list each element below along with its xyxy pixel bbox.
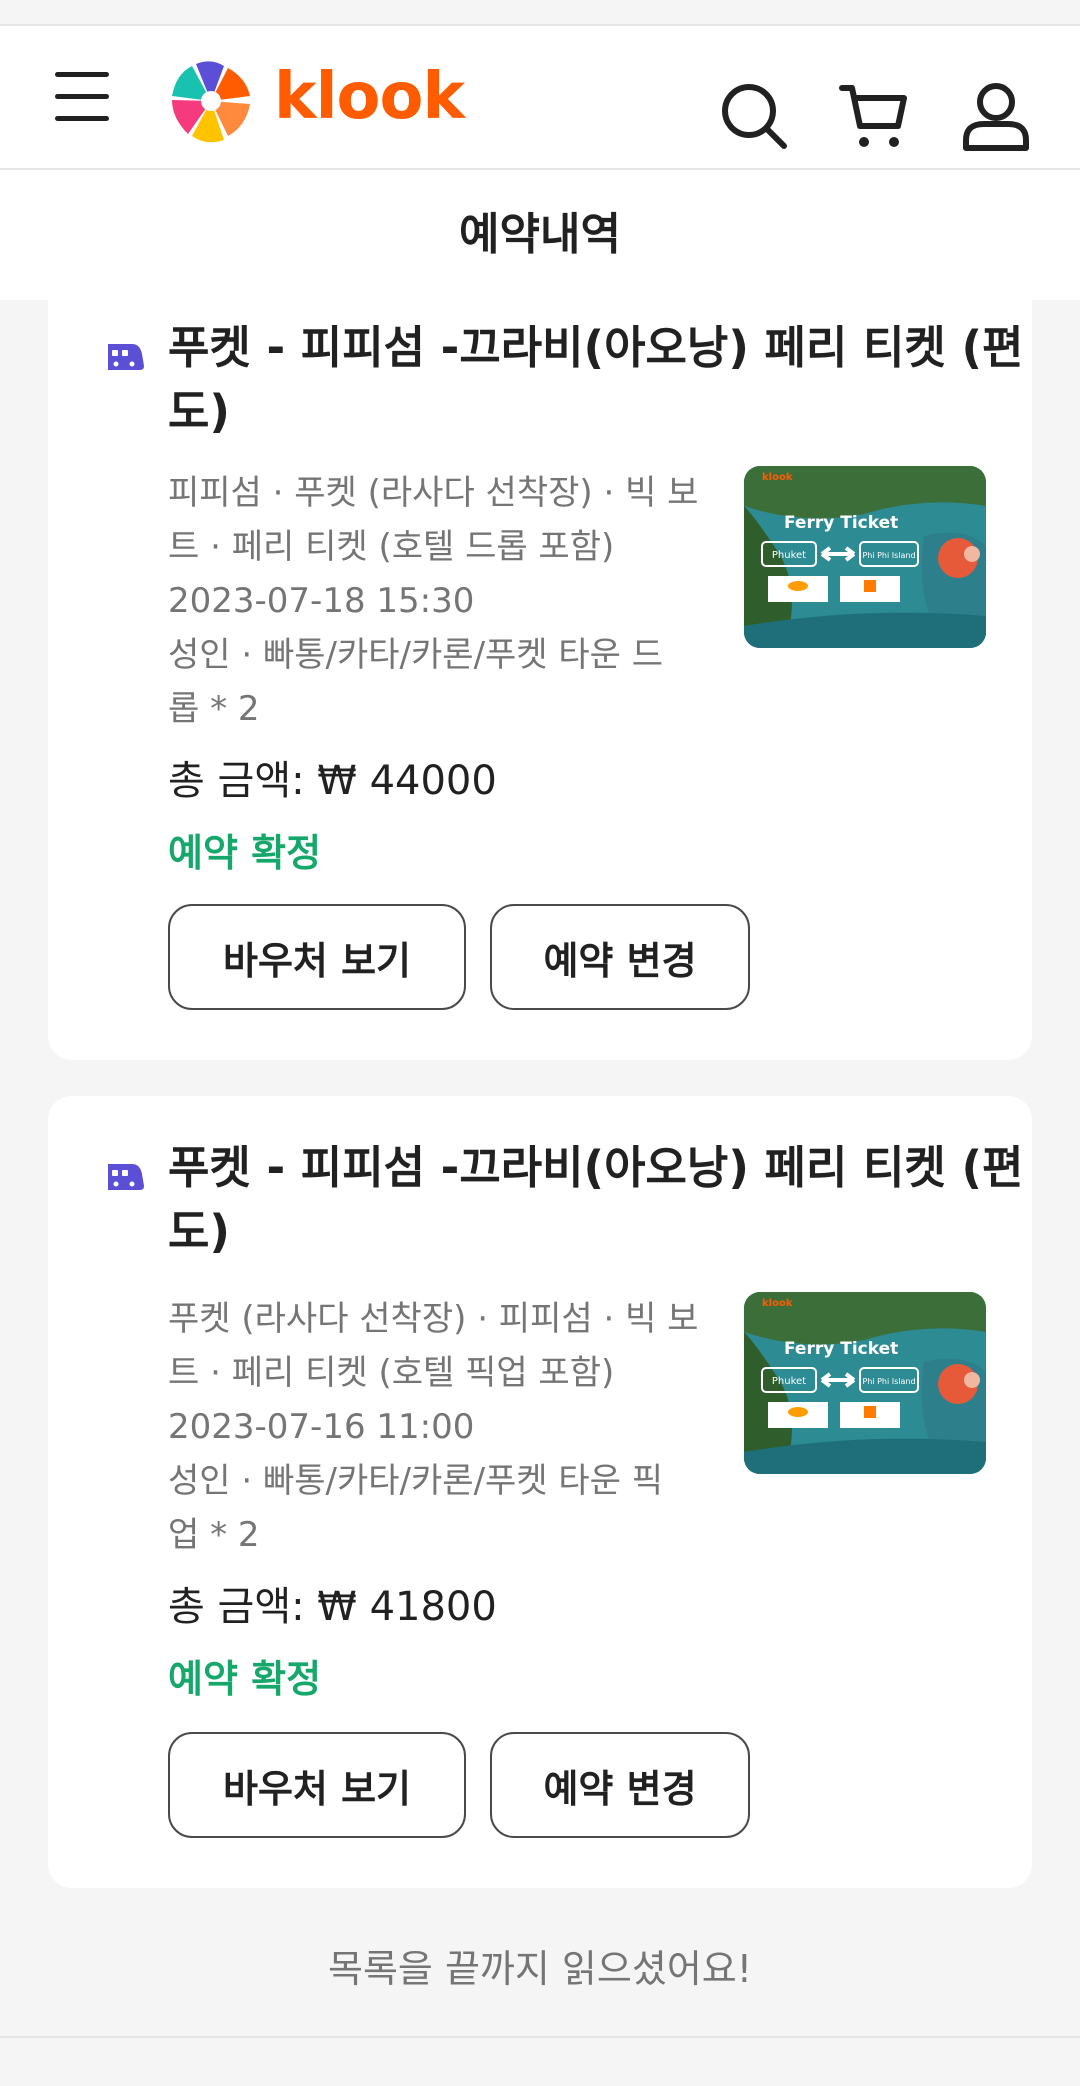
thumb-from: Phuket [772, 550, 806, 561]
booking-option-cont: 트 · 페리 티켓 (호텔 픽업 포함) [168, 1353, 615, 1393]
booking-card[interactable]: 푸켓 - 피피섬 -끄라비(아오낭) 페리 티켓 (편도) 피피섬 · 푸켓 (… [48, 280, 1032, 1060]
search-icon[interactable] [718, 80, 790, 152]
booking-pax: 성인 · 빠통/카타/카론/푸켓 타운 픽 [168, 1461, 664, 1501]
thumb-to: Phi Phi Island [862, 1377, 915, 1386]
booking-option: 피피섬 · 푸켓 (라사다 선착장) · 빅 보 [168, 473, 699, 513]
klook-logo-icon [171, 61, 251, 143]
booking-title[interactable]: 푸켓 - 피피섬 -끄라비(아오낭) 페리 티켓 (편도) [168, 316, 1028, 444]
thumb-from: Phuket [772, 1376, 806, 1387]
booking-datetime: 2023-07-16 11:00 [168, 1407, 475, 1447]
total-price: 총 금액: ₩ 44000 [168, 758, 497, 804]
booking-pax-cont: 롭 * 2 [168, 689, 260, 729]
klook-logo[interactable]: klook [166, 56, 465, 146]
booking-title[interactable]: 푸켓 - 피피섬 -끄라비(아오낭) 페리 티켓 (편도) [168, 1136, 1028, 1264]
logo-text: klook [274, 60, 465, 134]
cart-icon[interactable] [838, 80, 910, 152]
ferry-icon [108, 344, 144, 370]
menu-icon[interactable] [52, 70, 114, 124]
thumb-title: Ferry Ticket [784, 513, 898, 533]
divider [0, 2036, 1080, 2038]
change-booking-button[interactable]: 예약 변경 [490, 1732, 750, 1838]
booking-thumbnail[interactable]: klook Ferry Ticket Phuket Phi Phi Island [744, 1292, 986, 1474]
user-icon[interactable] [960, 80, 1032, 152]
total-price: 총 금액: ₩ 41800 [168, 1584, 497, 1630]
booking-thumbnail[interactable]: klook Ferry Ticket Phuket Phi Phi Island [744, 466, 986, 648]
thumb-to: Phi Phi Island [862, 551, 915, 560]
booking-card[interactable]: 푸켓 - 피피섬 -끄라비(아오낭) 페리 티켓 (편도) 푸켓 (라사다 선착… [48, 1096, 1032, 1888]
ferry-icon [108, 1164, 144, 1190]
booking-details: 피피섬 · 푸켓 (라사다 선착장) · 빅 보 트 · 페리 티켓 (호텔 드… [168, 466, 708, 736]
booking-option-cont: 트 · 페리 티켓 (호텔 드롭 포함) [168, 527, 615, 567]
view-voucher-button[interactable]: 바우처 보기 [168, 1732, 466, 1838]
booking-datetime: 2023-07-18 15:30 [168, 581, 475, 621]
change-booking-button[interactable]: 예약 변경 [490, 904, 750, 1010]
end-of-list-message: 목록을 끝까지 읽으셨어요! [328, 1947, 752, 1991]
booking-pax: 성인 · 빠통/카타/카론/푸켓 타운 드 [168, 635, 664, 675]
top-header: klook [0, 24, 1080, 170]
view-voucher-button[interactable]: 바우처 보기 [168, 904, 466, 1010]
thumb-brand: klook [762, 472, 793, 483]
status-strip [0, 0, 1080, 24]
status-badge: 예약 확정 [168, 831, 322, 875]
booking-details: 푸켓 (라사다 선착장) · 피피섬 · 빅 보 트 · 페리 티켓 (호텔 픽… [168, 1292, 708, 1562]
booking-pax-cont: 업 * 2 [168, 1515, 260, 1555]
booking-option: 푸켓 (라사다 선착장) · 피피섬 · 빅 보 [168, 1299, 699, 1339]
status-badge: 예약 확정 [168, 1657, 322, 1701]
thumb-brand: klook [762, 1298, 793, 1309]
thumb-title: Ferry Ticket [784, 1339, 898, 1359]
